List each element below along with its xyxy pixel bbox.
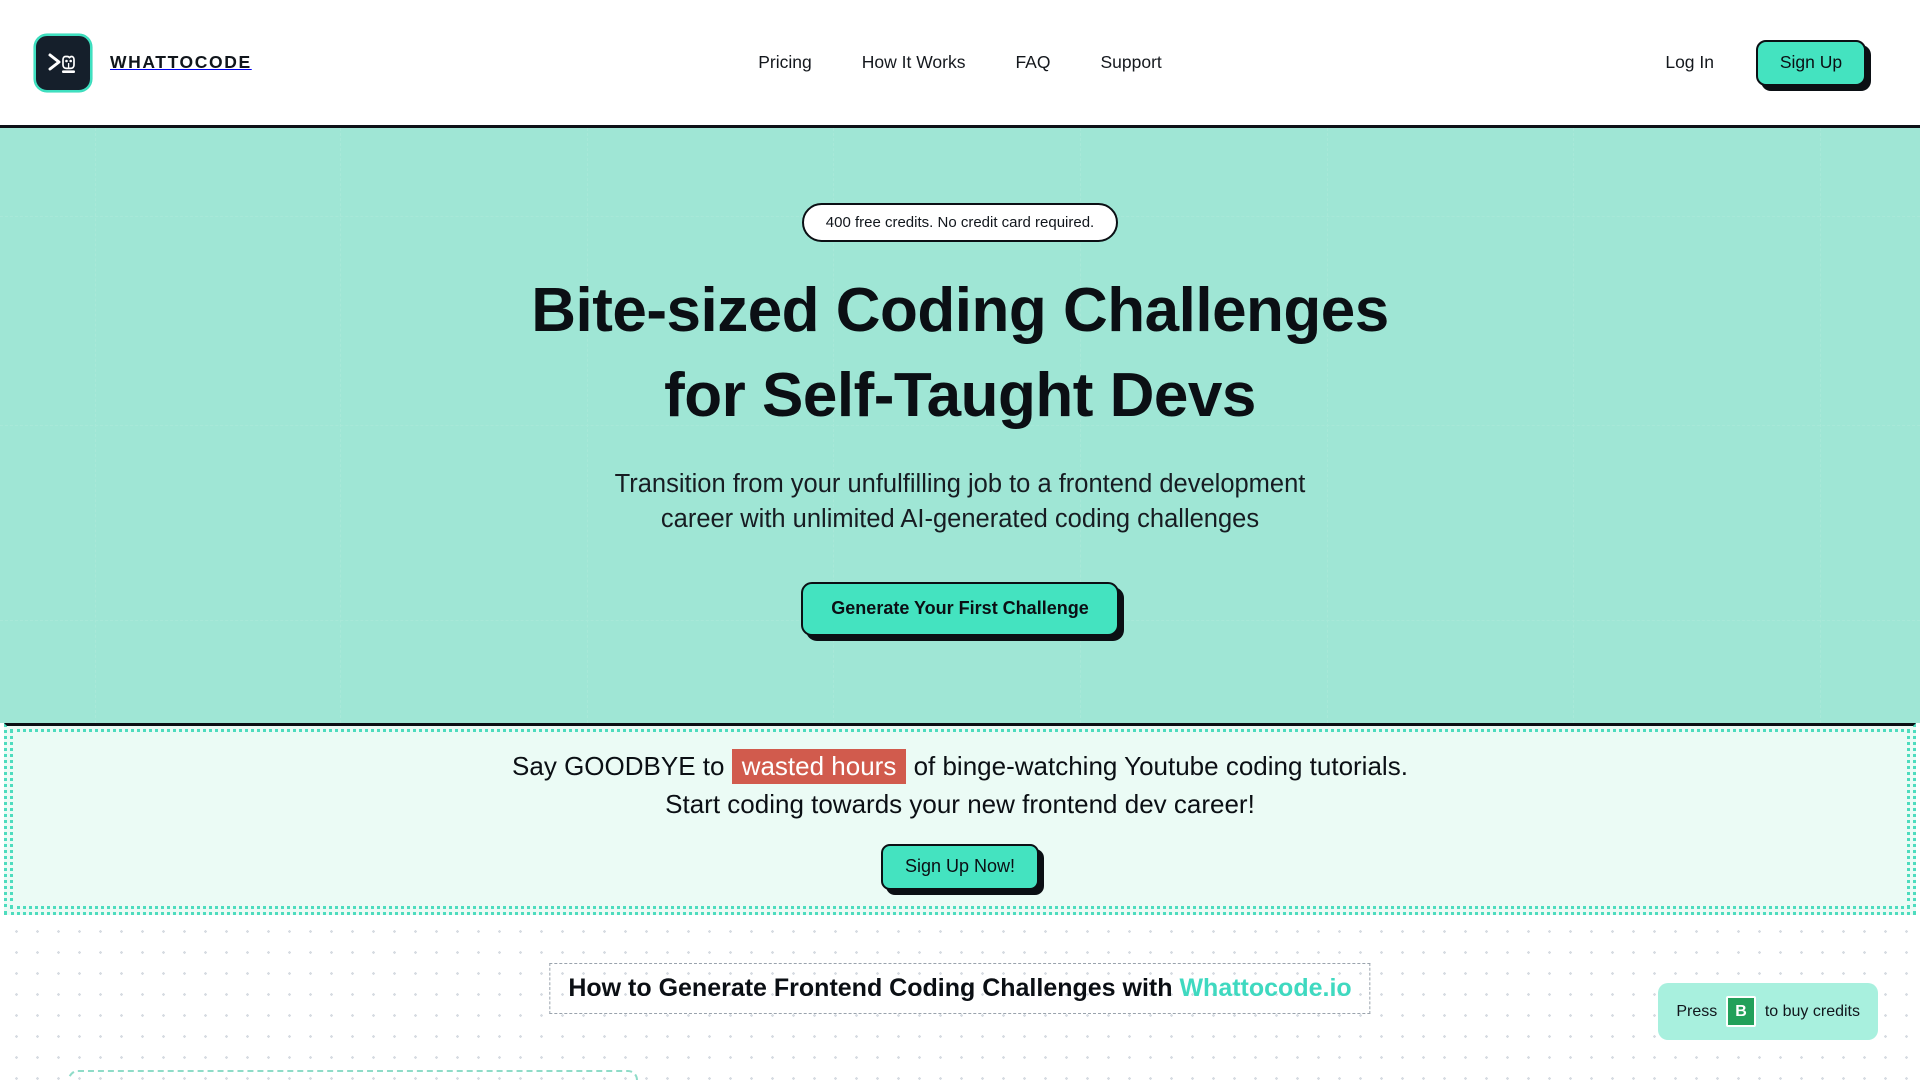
wasted-hours-highlight: wasted hours (731, 749, 907, 785)
buy-credits-prefix: Press (1676, 1002, 1718, 1020)
how-to-title-main: How to Generate Frontend Coding Challeng… (568, 974, 1180, 1002)
banner-line-1-after: of binge-watching Youtube coding tutoria… (906, 751, 1408, 782)
hero-title-line-1: Bite-sized Coding Challenges (531, 276, 1389, 345)
login-link[interactable]: Log In (1665, 52, 1714, 73)
buy-credits-suffix: to buy credits (1764, 1002, 1860, 1020)
how-to-section: How to Generate Frontend Coding Challeng… (0, 915, 1920, 1080)
hero-cta-container: Generate Your First Challenge (0, 581, 1920, 636)
main-navigation: Pricing How It Works FAQ Support (758, 52, 1162, 73)
brand-name: WHATTOCODE (110, 52, 252, 72)
signup-now-button[interactable]: Sign Up Now! (880, 843, 1040, 890)
hero-title-line-2: for Self-Taught Devs (664, 361, 1256, 431)
how-to-title-box: How to Generate Frontend Coding Challeng… (549, 963, 1371, 1014)
banner-copy: Say GOODBYE to wasted hours of binge-wat… (512, 748, 1408, 823)
site-header: WHATTOCODE Pricing How It Works FAQ Supp… (0, 0, 1920, 128)
how-to-title: How to Generate Frontend Coding Challeng… (568, 974, 1351, 1003)
keyboard-shortcut-key: B (1726, 996, 1756, 1027)
header-actions: Log In Sign Up (1665, 39, 1890, 86)
promo-banner: Say GOODBYE to wasted hours of binge-wat… (4, 723, 1916, 915)
hero-subtitle: Transition from your unfulfilling job to… (614, 469, 1306, 534)
nav-item-faq[interactable]: FAQ (1015, 52, 1050, 73)
hero-content: 400 free credits. No credit card require… (0, 128, 1920, 636)
video-placeholder-card (68, 1070, 638, 1080)
free-credits-badge: 400 free credits. No credit card require… (801, 203, 1119, 242)
nav-item-how-it-works[interactable]: How It Works (862, 52, 966, 73)
banner-line-1-before: Say GOODBYE to (512, 751, 732, 782)
landing-page: WHATTOCODE Pricing How It Works FAQ Supp… (0, 0, 1920, 1080)
how-to-title-accent: Whattocode.io (1179, 974, 1352, 1002)
terminal-prompt-owl-icon (34, 33, 92, 92)
buy-credits-hint[interactable]: Press B to buy credits (1658, 983, 1878, 1040)
page-title: Bite-sized Coding Challenges for Self-Ta… (0, 276, 1920, 431)
nav-item-support[interactable]: Support (1100, 52, 1161, 73)
banner-line-1: Say GOODBYE to wasted hours of binge-wat… (512, 748, 1408, 786)
brand-logo-link[interactable]: WHATTOCODE (34, 33, 252, 92)
nav-item-pricing[interactable]: Pricing (758, 52, 812, 73)
generate-first-challenge-button[interactable]: Generate Your First Challenge (801, 581, 1119, 636)
hero-section: 400 free credits. No credit card require… (0, 128, 1920, 723)
signup-button[interactable]: Sign Up (1756, 39, 1866, 86)
banner-line-2: Start coding towards your new frontend d… (665, 789, 1255, 819)
